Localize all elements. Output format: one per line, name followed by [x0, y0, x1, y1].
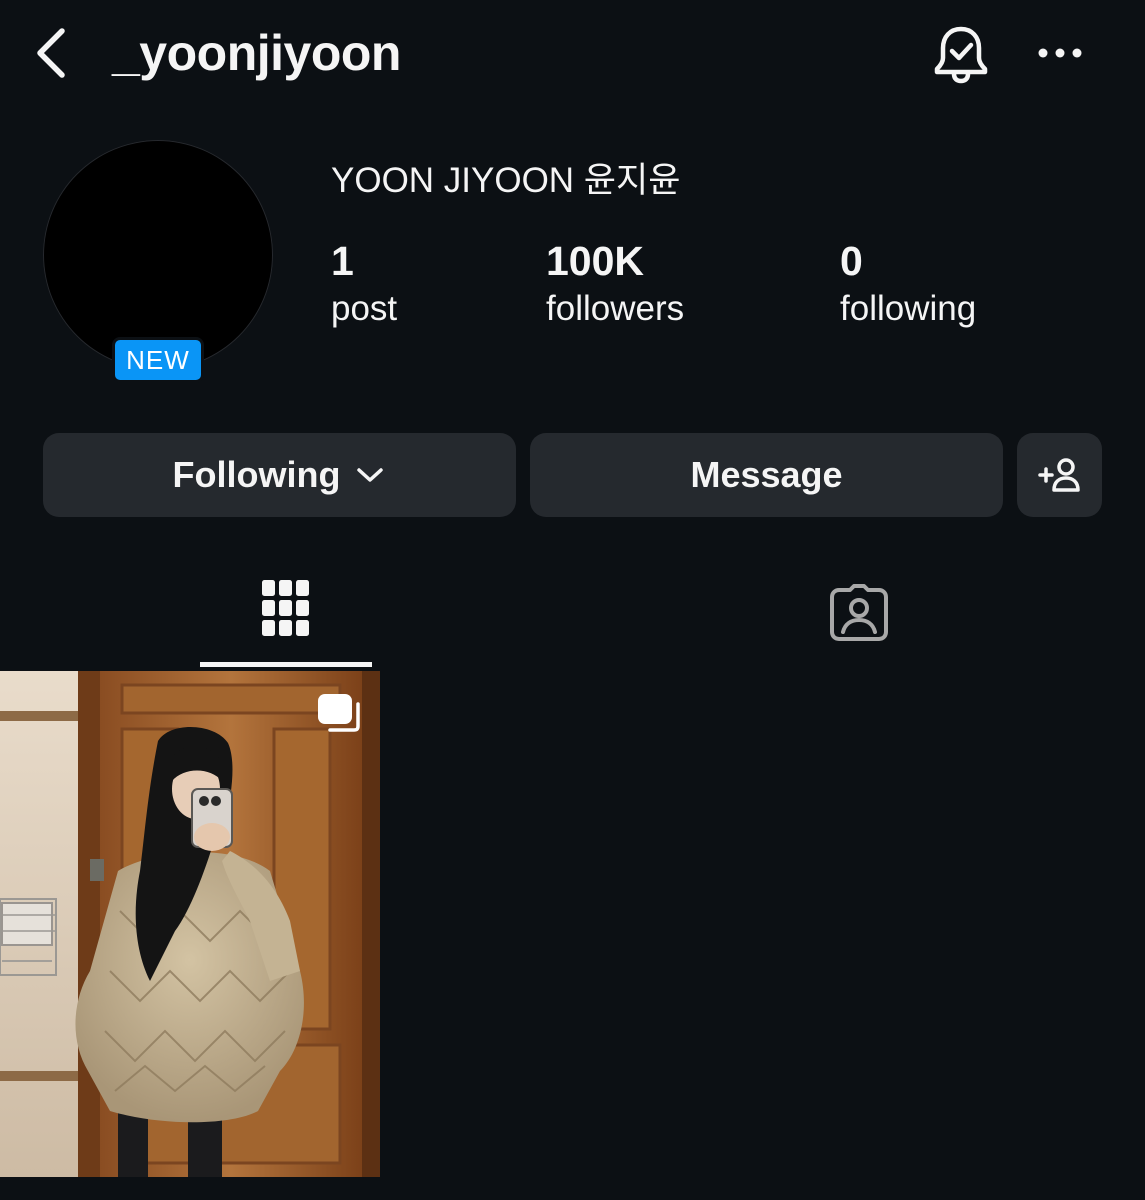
post-photo	[0, 671, 380, 1177]
stat-following-count: 0	[840, 238, 863, 284]
profile-page: _yoonjiyoon NEW YOON JIYOON 윤지윤 1 post 1…	[0, 0, 1145, 1200]
grid-icon	[262, 580, 309, 636]
tab-posts[interactable]	[200, 570, 372, 670]
more-horizontal-icon	[1038, 48, 1082, 58]
active-tab-indicator	[200, 662, 372, 667]
stat-followers[interactable]: 100K followers	[546, 236, 684, 332]
stat-posts-count: 1	[331, 238, 354, 284]
message-button[interactable]: Message	[530, 433, 1003, 517]
following-button-label: Following	[172, 454, 341, 495]
avatar[interactable]	[43, 140, 273, 370]
stat-following[interactable]: 0 following	[840, 236, 976, 332]
profile-full-name: YOON JIYOON 윤지윤	[331, 161, 681, 200]
multiple-posts-icon	[318, 694, 360, 732]
stat-following-label: following	[840, 289, 977, 328]
new-badge: NEW	[112, 337, 204, 383]
more-options-button[interactable]	[1030, 30, 1090, 76]
stat-followers-label: followers	[546, 289, 685, 328]
notifications-button[interactable]	[928, 22, 994, 88]
message-button-label: Message	[690, 454, 843, 495]
stat-posts[interactable]: 1 post	[331, 236, 397, 332]
back-button[interactable]	[28, 24, 78, 82]
post-thumbnail[interactable]	[0, 671, 380, 1177]
stat-followers-count: 100K	[546, 238, 645, 284]
following-button[interactable]: Following	[43, 433, 516, 517]
add-user-icon	[1037, 458, 1080, 492]
chevron-left-icon	[37, 28, 65, 78]
tab-tagged[interactable]	[786, 570, 930, 670]
suggest-users-button[interactable]	[1017, 433, 1102, 517]
stat-posts-label: post	[331, 289, 398, 328]
chevron-down-icon	[357, 468, 384, 482]
tagged-person-icon	[830, 584, 888, 641]
bell-check-icon	[934, 26, 988, 84]
profile-username: _yoonjiyoon	[112, 25, 401, 81]
